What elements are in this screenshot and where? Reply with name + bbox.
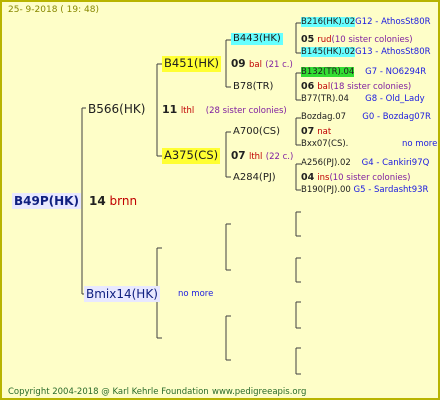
root-queen-id[interactable]: B49P(HK) (12, 193, 81, 209)
sdd-breeder: ins (317, 173, 330, 183)
gen5-name: Old_Lady (385, 94, 425, 104)
sss-year: 05 (301, 34, 315, 45)
sds-year: 07 (301, 126, 315, 137)
gen5-name: AthosSt80R (381, 47, 431, 57)
gen5-id: B77(TR).04 (301, 94, 349, 104)
sss-sisters: (10 sister colonies) (331, 35, 413, 45)
ssd-id[interactable]: B78(TR) (233, 82, 273, 92)
root-info: 14 brnn (89, 195, 137, 207)
sss-info: 05 rud(10 sister colonies) (301, 35, 413, 45)
sdd-id[interactable]: A284(PJ) (233, 173, 276, 183)
sd-breeder: lthl (248, 152, 263, 162)
gen5-gen: G12 (355, 17, 373, 27)
gen5-name: Cankiri97Q (382, 158, 430, 168)
gen5-gen: G7 (365, 67, 378, 77)
gen5-row[interactable]: B77(TR).04 G8 - Old_Lady (301, 95, 425, 104)
ssd-info: 06 bal(18 sister colonies) (301, 82, 411, 92)
gen5-id: B145(HK).02 (301, 47, 356, 57)
ssd-year: 06 (301, 81, 315, 92)
sire-sisters: (28 sister colonies) (205, 106, 287, 116)
gen5-gen: G0 (362, 112, 375, 122)
gen5-id: A256(PJ).02 (301, 158, 351, 168)
gen5-row[interactable]: A256(PJ).02 G4 - Cankiri97Q (301, 159, 429, 168)
sss-breeder: rud (317, 35, 332, 45)
ss-info: 09 bal (21 c.) (231, 59, 293, 70)
gen5-row[interactable]: Bxx07(CS). (301, 140, 348, 149)
timestamp: 25- 9-2018 ( 19: 48) (8, 5, 99, 15)
gen5-id: B216(HK).02 (301, 17, 356, 27)
sire-info: 11 lthl (28 sister colonies) (162, 104, 287, 116)
dam-id[interactable]: Bmix14(HK) (84, 286, 160, 302)
gen5-id: B132(TR).04 (301, 67, 355, 77)
gen5-name: NO6294R (385, 67, 427, 77)
dam-no-more: no more (178, 289, 214, 299)
gen5-name: AthosSt80R (381, 17, 431, 27)
ss-breeder: bal (248, 60, 262, 70)
sd-sisters: (22 c.) (265, 152, 294, 162)
gen5-id: B190(PJ).00 (301, 185, 351, 195)
ss-sisters: (21 c.) (265, 60, 293, 70)
sire-id[interactable]: B566(HK) (88, 103, 145, 115)
root-year: 14 (89, 194, 106, 208)
pedigree-frame: 25- 9-2018 ( 19: 48) B49P(HK) 14 brnn B5… (0, 0, 440, 400)
sds-id[interactable]: A700(CS) (233, 127, 280, 137)
sd-id[interactable]: A375(CS) (162, 148, 221, 164)
ss-id[interactable]: B451(HK) (162, 56, 222, 72)
gen5-row[interactable]: Bozdag.07 G0 - Bozdag07R (301, 113, 431, 122)
sd-year: 07 (231, 150, 246, 162)
gen5-id: Bxx07(CS). (301, 139, 349, 149)
sss-id[interactable]: B443(HK) (231, 33, 283, 45)
gen5-name: Sardasht93R (374, 185, 429, 195)
gen5-row[interactable]: B145(HK).02G13 - AthosSt80R (301, 47, 431, 57)
sd-info: 07 lthl (22 c.) (231, 151, 293, 162)
sdd-year: 04 (301, 172, 315, 183)
ssd-sisters: (18 sister colonies) (330, 82, 412, 92)
gen5-row[interactable]: B216(HK).02G12 - AthosSt80R (301, 17, 431, 27)
gen5-gen: G8 (365, 94, 378, 104)
ss-year: 09 (231, 58, 246, 70)
footer-site-link[interactable]: www.pedigreeapis.org (212, 388, 306, 397)
footer-copyright: Copyright 2004-2018 @ Karl Kehrle Founda… (8, 387, 209, 397)
ssd-breeder: bal (317, 82, 331, 92)
sdd-sisters: (10 sister colonies) (329, 173, 411, 183)
gen5-row[interactable]: B190(PJ).00 G5 - Sardasht93R (301, 186, 428, 195)
sire-year: 11 (162, 103, 178, 116)
root-breeder: brnn (109, 194, 138, 208)
gen5-name: Bozdag07R (382, 112, 431, 122)
gen5-no-more: no more (402, 139, 438, 149)
gen5-gen: G5 (353, 185, 366, 195)
gen5-row[interactable]: B132(TR).04 G7 - NO6294R (301, 67, 427, 77)
gen5-id: Bozdag.07 (301, 112, 347, 122)
sds-breeder: nat (317, 127, 332, 137)
gen5-gen: G13 (355, 47, 373, 57)
gen5-gen: G4 (361, 158, 374, 168)
sds-info: 07 nat (301, 127, 331, 137)
sdd-info: 04 ins(10 sister colonies) (301, 173, 410, 183)
sire-breeder: lthl (180, 106, 195, 116)
